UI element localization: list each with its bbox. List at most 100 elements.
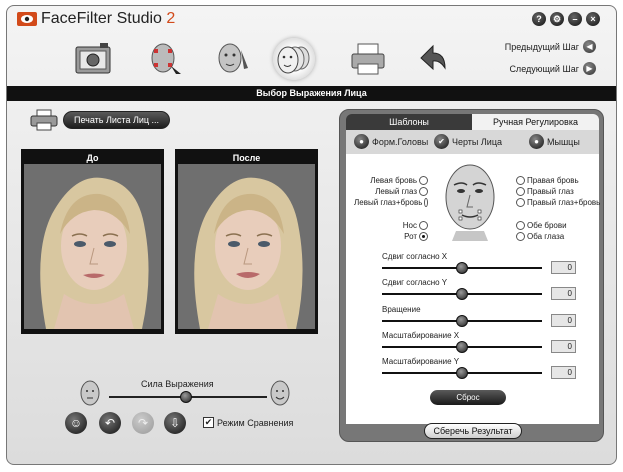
export-button[interactable]: ⇩ [164, 412, 186, 434]
subtab-head-shape-label: Форм.Головы [372, 136, 429, 147]
tab-manual[interactable]: Ручная Регулировка [472, 114, 599, 130]
compare-mode[interactable]: ✔ Режим Сравнения [203, 417, 293, 428]
print-sheet-button[interactable]: Печать Листа Лиц ... [29, 109, 171, 131]
strength-label: Сила Выражения [141, 379, 214, 389]
slider-value-field[interactable]: 0 [551, 366, 576, 379]
prev-step-label: Предыдущий Шаг [504, 41, 579, 52]
subtab-muscles-label: Мышцы [547, 136, 580, 147]
close-button[interactable]: × [586, 12, 600, 26]
feature-label: Оба глаза [527, 232, 565, 241]
printer-icon [351, 43, 385, 75]
app-title-text: FaceFilter Studio [41, 10, 162, 27]
radio[interactable] [424, 198, 428, 207]
slider-label: Сдвиг согласно X [382, 252, 448, 261]
slider-value-field[interactable]: 0 [551, 287, 576, 300]
radio[interactable] [419, 187, 428, 196]
slider-scale-x: Масштабирование X 0 [382, 331, 587, 355]
save-result-button[interactable]: Сберечь Результат [424, 423, 522, 439]
smiley-button[interactable]: ☺ [65, 412, 87, 434]
strength-slider-knob[interactable] [180, 391, 192, 403]
radio[interactable] [516, 221, 525, 230]
subtab-head-shape[interactable]: ● Форм.Головы [354, 134, 428, 149]
export-icon: ⇩ [169, 416, 181, 430]
slider-shift-y: Сдвиг согласно Y 0 [382, 278, 587, 302]
radio[interactable] [516, 198, 525, 207]
feature-mouth[interactable]: Рот [354, 232, 428, 241]
before-photo [24, 164, 161, 329]
expression-strength: Сила Выражения [79, 378, 299, 408]
slider-value-field[interactable]: 0 [551, 261, 576, 274]
print-tool[interactable] [347, 38, 389, 80]
slider-knob[interactable] [456, 315, 468, 327]
radio-selected[interactable] [419, 232, 428, 241]
neutral-head-icon [80, 380, 100, 406]
back-tool[interactable] [411, 38, 453, 80]
feature-right-brow[interactable]: Правая бровь [516, 176, 579, 185]
radio[interactable] [419, 176, 428, 185]
subtab-muscles[interactable]: ● Мышцы [529, 134, 580, 149]
step-title: Выбор Выражения Лица [7, 86, 616, 101]
expression-tool[interactable] [273, 38, 315, 80]
muscles-icon: ● [529, 134, 544, 149]
arrow-right-icon: ▶ [583, 62, 596, 75]
slider-rotation: Вращение 0 [382, 305, 587, 329]
next-step-button[interactable]: Следующий Шаг ▶ [509, 62, 596, 75]
feature-label: Нос [402, 221, 417, 230]
smiley-icon: ☺ [69, 416, 83, 430]
slider-knob[interactable] [456, 262, 468, 274]
camera-tool[interactable] [72, 38, 114, 80]
prev-step-button[interactable]: Предыдущий Шаг ◀ [505, 40, 596, 53]
slider-label: Масштабирование Y [382, 357, 460, 366]
slider-value-field[interactable]: 0 [551, 340, 576, 353]
slider-knob[interactable] [456, 288, 468, 300]
face-edit-tool[interactable] [211, 38, 253, 80]
feature-left-eye[interactable]: Левый глаз [354, 187, 428, 196]
feature-label: Левая бровь [370, 176, 417, 185]
feature-both-eyes[interactable]: Оба глаза [516, 232, 564, 241]
undo-arrow-icon [420, 44, 446, 71]
tab-templates[interactable]: Шаблоны [346, 114, 472, 130]
face-select-icon [151, 43, 181, 74]
compare-label: Режим Сравнения [217, 417, 294, 428]
compare-checkbox[interactable]: ✔ [203, 417, 214, 428]
help-button[interactable]: ? [532, 12, 546, 26]
check-icon: ✔ [434, 134, 449, 149]
app-title: FaceFilter Studio 2 [41, 10, 175, 28]
radio[interactable] [419, 221, 428, 230]
redo-icon: ↷ [137, 416, 149, 430]
radio[interactable] [516, 187, 525, 196]
feature-right-eye-brow[interactable]: Правый глаз+бровь [516, 198, 600, 207]
head-shape-icon: ● [354, 134, 369, 149]
expressive-head-icon [270, 380, 290, 406]
slider-knob[interactable] [456, 367, 468, 379]
feature-left-eye-brow[interactable]: Левый глаз+бровь [354, 198, 428, 207]
slider-value-field[interactable]: 0 [551, 314, 576, 327]
redo-button[interactable]: ↷ [132, 412, 154, 434]
face-select-tool[interactable] [143, 38, 185, 80]
feature-right-eye[interactable]: Правый глаз [516, 187, 574, 196]
app-logo-icon [17, 12, 37, 26]
feature-label: Правая бровь [527, 176, 579, 185]
feature-label: Левый глаз [375, 187, 417, 196]
feature-nose[interactable]: Нос [354, 221, 428, 230]
radio[interactable] [516, 176, 525, 185]
slider-label: Сдвиг согласно Y [382, 278, 448, 287]
slider-knob[interactable] [456, 341, 468, 353]
feature-label: Левый глаз+бровь [354, 198, 423, 207]
settings-button[interactable]: ⚙ [550, 12, 564, 26]
feature-both-brows[interactable]: Обе брови [516, 221, 567, 230]
subtab-face-features[interactable]: ✔ Черты Лица [434, 134, 502, 149]
feature-label: Обе брови [527, 221, 567, 230]
slider-label: Масштабирование X [382, 331, 460, 340]
undo-button[interactable]: ↶ [99, 412, 121, 434]
feature-left-brow[interactable]: Левая бровь [354, 176, 428, 185]
after-panel: После [175, 149, 318, 334]
feature-label: Правый глаз [527, 187, 574, 196]
arrow-left-icon: ◀ [583, 40, 596, 53]
minimize-button[interactable]: – [568, 12, 582, 26]
before-label: До [86, 153, 99, 163]
print-sheet-label: Печать Листа Лиц ... [63, 111, 171, 129]
radio[interactable] [516, 232, 525, 241]
feature-subtabs: ● Форм.Головы ✔ Черты Лица ● Мышцы [346, 130, 599, 154]
reset-button[interactable]: Сброс [430, 390, 506, 405]
